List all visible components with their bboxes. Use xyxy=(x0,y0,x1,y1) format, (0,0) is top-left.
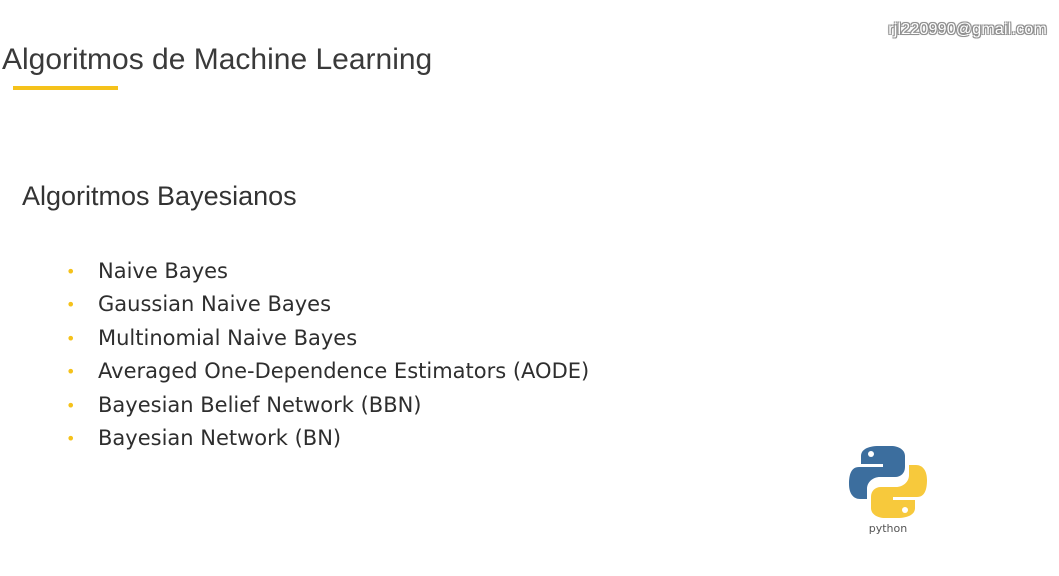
slide: rjl220990@gmail.com Algoritmos de Machin… xyxy=(0,0,1059,576)
list-item-label: Multinomial Naive Bayes xyxy=(98,325,358,350)
list-item: • Gaussian Naive Bayes xyxy=(66,288,589,321)
list-item-label: Bayesian Belief Network (BBN) xyxy=(98,392,422,417)
bullet-icon: • xyxy=(66,428,76,448)
bullet-icon: • xyxy=(66,262,76,281)
section-subtitle: Algoritmos Bayesianos xyxy=(22,181,297,211)
python-logo: python xyxy=(845,444,931,544)
list-item-label: Gaussian Naive Bayes xyxy=(98,292,332,317)
list-item: • Multinomial Naive Bayes xyxy=(66,322,589,355)
algorithm-list: • Naive Bayes • Gaussian Naive Bayes • M… xyxy=(66,255,589,455)
bullet-icon: • xyxy=(66,395,76,415)
list-item-label: Bayesian Network (BN) xyxy=(98,425,342,450)
list-item: • Bayesian Network (BN) xyxy=(66,422,589,455)
list-item-label: Naive Bayes xyxy=(98,259,228,283)
python-wordmark: python xyxy=(868,522,908,535)
bullet-icon: • xyxy=(66,295,76,315)
bullet-icon: • xyxy=(66,328,76,348)
title-accent-bar xyxy=(13,86,118,90)
list-item: • Bayesian Belief Network (BBN) xyxy=(66,389,589,422)
python-logo-icon xyxy=(849,446,927,518)
page-title: Algoritmos de Machine Learning xyxy=(2,43,433,76)
watermark-email: rjl220990@gmail.com xyxy=(888,21,1047,38)
list-item: • Averaged One-Dependence Estimators (AO… xyxy=(66,355,589,388)
bullet-icon: • xyxy=(66,362,76,382)
list-item-label: Averaged One-Dependence Estimators (AODE… xyxy=(98,359,590,384)
list-item: • Naive Bayes xyxy=(66,255,589,288)
